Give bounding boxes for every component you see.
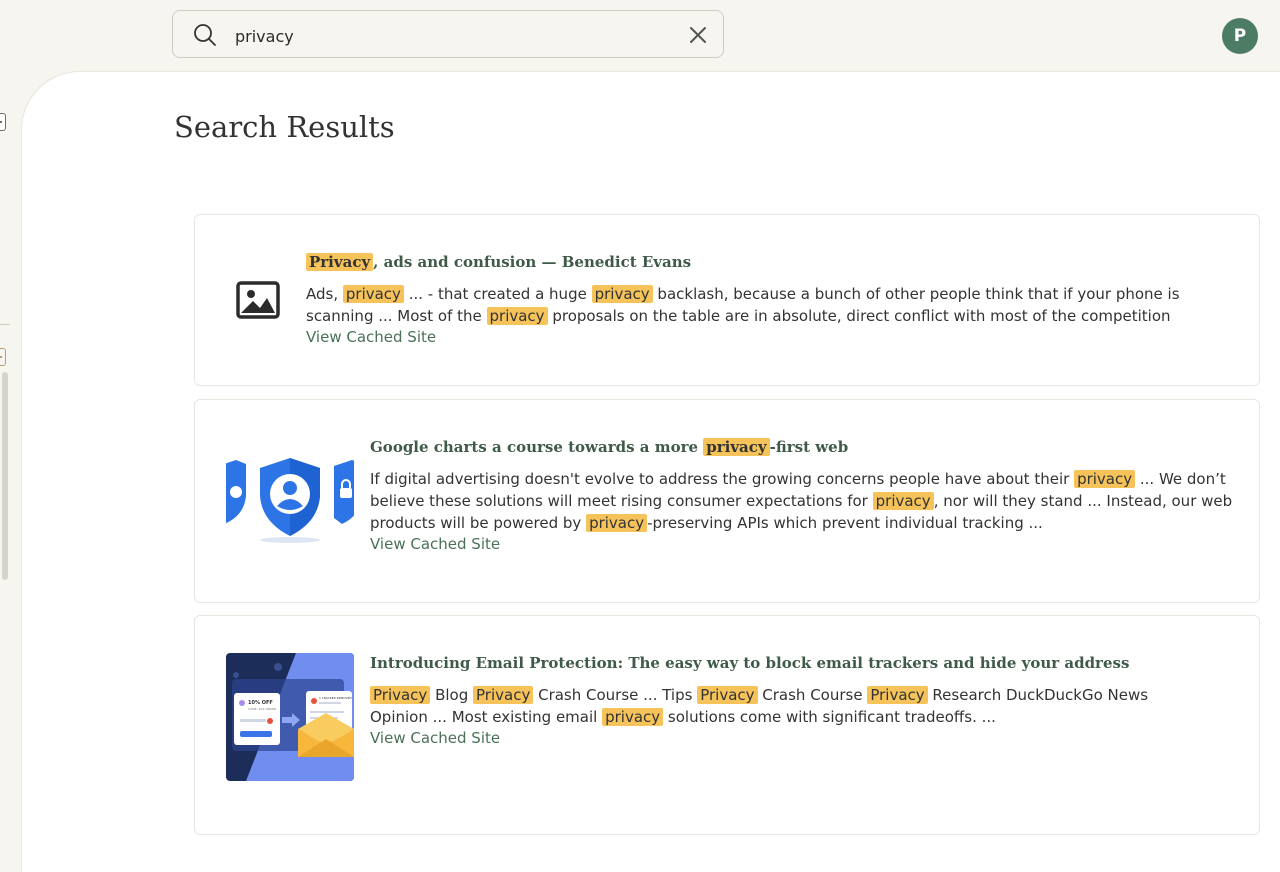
highlight-term: privacy [602,708,664,726]
highlight-term: Privacy [697,686,758,704]
highlight-term: privacy [591,285,653,303]
page-title: Search Results [174,110,395,144]
highlight-term: privacy [342,285,404,303]
highlight-term: privacy [1074,470,1136,488]
highlight-term: Privacy [867,686,928,704]
privacy-shield-icon [226,452,354,544]
offer-code-text: CODE: 1ST ORDER [248,707,276,711]
search-input[interactable] [233,23,677,49]
result-title-text: -first web [769,438,849,456]
snippet-text: Crash Course [757,686,868,704]
highlight-term: privacy [586,514,648,532]
snippet-text: If digital advertising doesn't evolve to… [370,470,1075,488]
highlight-term: privacy [872,492,934,510]
snippet-text: ... - that created a huge [403,285,592,303]
snippet-text: Ads, [306,285,343,303]
offer-text: 10% OFF [248,700,273,706]
sidebar-divider [0,324,10,325]
snippet-text: -preserving APIs which prevent individua… [647,514,1043,532]
highlight-term: privacy [486,307,548,325]
result-snippet: Privacy Blog Privacy Crash Course ... Ti… [370,684,1160,728]
highlight-term: privacy [703,438,770,456]
snippet-text: solutions come with significant tradeoff… [663,708,996,726]
image-placeholder-icon [236,281,280,319]
result-title[interactable]: Privacy, ads and confusion — Benedict Ev… [306,253,691,271]
highlight-term: Privacy [306,253,374,271]
sidebar-scrollbar[interactable] [2,372,8,580]
result-title[interactable]: Google charts a course towards a more pr… [370,438,848,456]
search-bar[interactable] [172,10,724,58]
result-snippet: If digital advertising doesn't evolve to… [370,468,1234,534]
view-cached-site-link[interactable]: View Cached Site [370,535,500,553]
sidebar-toggle-icon[interactable] [0,113,6,131]
snippet-text: proposals on the table are in absolute, … [547,307,1171,325]
sidebar-collapse-icon[interactable] [0,348,6,366]
search-icon [194,24,216,46]
close-icon[interactable] [687,24,709,46]
snippet-text: Blog [430,686,474,704]
result-title[interactable]: Introducing Email Protection: The easy w… [370,654,1129,672]
result-title-text: , ads and confusion — Benedict Evans [373,253,692,271]
tracker-text: 1 TRACKER REMOVED [319,696,352,700]
avatar[interactable]: P [1222,18,1258,54]
highlight-term: Privacy [370,686,431,704]
view-cached-site-link[interactable]: View Cached Site [370,729,500,747]
result-snippet: Ads, privacy ... - that created a huge p… [306,283,1196,327]
result-title-text: Google charts a course towards a more [370,438,704,456]
view-cached-site-link[interactable]: View Cached Site [306,328,436,346]
highlight-term: Privacy [473,686,534,704]
email-protection-illustration: 10% OFF CODE: 1ST ORDER 1 TRACKER REMOVE… [226,653,354,781]
snippet-text: Crash Course ... Tips [533,686,698,704]
